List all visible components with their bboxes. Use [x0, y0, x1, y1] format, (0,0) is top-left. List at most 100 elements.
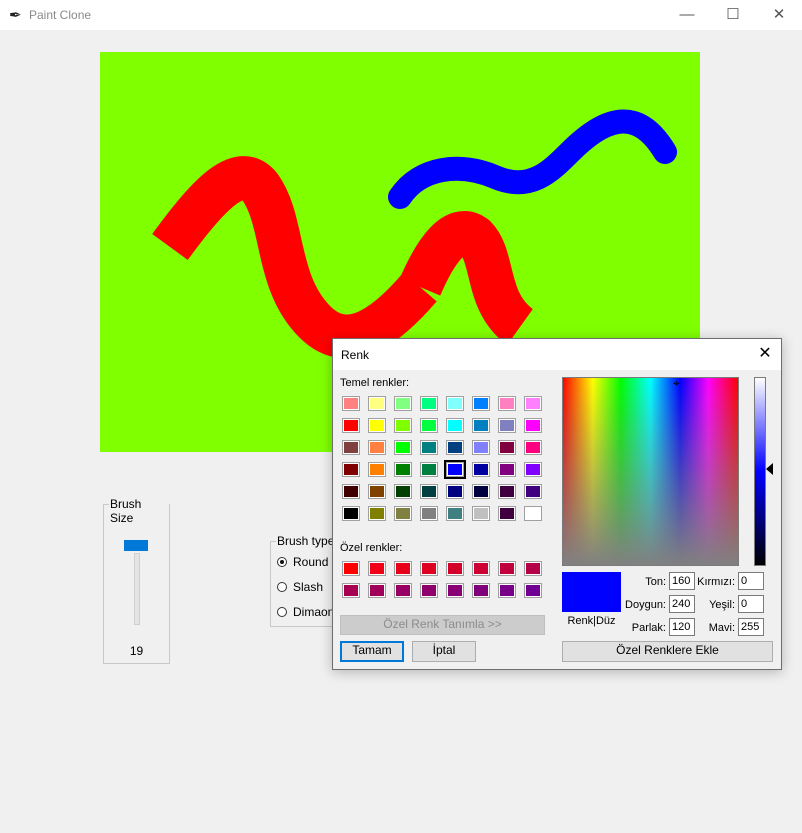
basic-color-swatch[interactable] — [524, 440, 542, 455]
basic-color-swatch[interactable] — [420, 462, 438, 477]
brush-size-slider-thumb[interactable] — [124, 540, 148, 551]
radio-round-indicator[interactable] — [277, 557, 287, 567]
custom-color-swatch[interactable] — [368, 583, 386, 598]
radio-round[interactable]: Round — [277, 555, 328, 571]
basic-color-swatch[interactable] — [472, 440, 490, 455]
basic-color-swatch[interactable] — [498, 396, 516, 411]
basic-color-swatch[interactable] — [524, 484, 542, 499]
luminance-slider[interactable] — [754, 377, 766, 566]
cancel-button[interactable]: İptal — [412, 641, 476, 662]
basic-color-swatch[interactable] — [472, 462, 490, 477]
basic-color-swatch[interactable] — [524, 418, 542, 433]
basic-color-swatch[interactable] — [394, 418, 412, 433]
basic-color-swatch[interactable] — [524, 462, 542, 477]
basic-color-swatch[interactable] — [498, 440, 516, 455]
basic-color-swatch[interactable] — [368, 396, 386, 411]
minimize-button[interactable]: — — [664, 0, 710, 30]
custom-color-swatch[interactable] — [342, 561, 360, 576]
basic-color-swatch[interactable] — [498, 484, 516, 499]
color-spectrum[interactable]: ⌖ — [562, 377, 739, 566]
custom-color-swatch[interactable] — [368, 561, 386, 576]
dialog-close-icon[interactable]: ✕ — [749, 339, 781, 370]
basic-color-swatch[interactable] — [472, 418, 490, 433]
custom-color-swatch[interactable] — [524, 583, 542, 598]
basic-color-swatch[interactable] — [342, 484, 360, 499]
basic-color-swatch[interactable] — [342, 462, 360, 477]
brush-size-slider-track[interactable] — [134, 553, 140, 625]
saturation-label: Doygun: — [625, 599, 666, 611]
radio-slash-indicator[interactable] — [277, 582, 287, 592]
custom-color-swatch[interactable] — [524, 561, 542, 576]
red-stroke-2 — [399, 211, 535, 345]
basic-color-swatch[interactable] — [368, 462, 386, 477]
custom-color-swatch[interactable] — [394, 583, 412, 598]
custom-color-swatch[interactable] — [342, 583, 360, 598]
basic-color-swatch[interactable] — [498, 506, 516, 521]
custom-color-swatch[interactable] — [446, 583, 464, 598]
hue-field[interactable] — [669, 572, 695, 590]
basic-color-swatch[interactable] — [368, 418, 386, 433]
radio-diamond-indicator[interactable] — [277, 607, 287, 617]
basic-color-swatch[interactable] — [342, 440, 360, 455]
custom-color-swatch[interactable] — [420, 561, 438, 576]
basic-color-swatch[interactable] — [472, 506, 490, 521]
red-field[interactable] — [738, 572, 764, 590]
basic-color-swatch[interactable] — [394, 440, 412, 455]
basic-color-swatch[interactable] — [342, 396, 360, 411]
blue-stroke — [388, 109, 677, 209]
basic-color-swatch[interactable] — [472, 396, 490, 411]
basic-color-swatch[interactable] — [446, 462, 464, 477]
basic-color-swatch[interactable] — [342, 506, 360, 521]
basic-color-swatch[interactable] — [420, 506, 438, 521]
basic-color-swatch[interactable] — [446, 418, 464, 433]
basic-color-swatch[interactable] — [446, 506, 464, 521]
radio-slash-label: Slash — [293, 580, 324, 594]
basic-color-swatch[interactable] — [472, 484, 490, 499]
dialog-title: Renk — [341, 348, 370, 362]
basic-color-swatch[interactable] — [524, 396, 542, 411]
maximize-button[interactable]: ☐ — [710, 0, 756, 30]
basic-color-swatch[interactable] — [446, 396, 464, 411]
close-button[interactable]: ✕ — [756, 0, 802, 30]
basic-color-swatch[interactable] — [368, 506, 386, 521]
custom-colors-label: Özel renkler: — [340, 542, 403, 554]
basic-color-swatch[interactable] — [368, 440, 386, 455]
custom-color-swatch[interactable] — [394, 561, 412, 576]
basic-color-swatch[interactable] — [446, 484, 464, 499]
luminance-field[interactable] — [669, 618, 695, 636]
custom-color-swatch[interactable] — [420, 583, 438, 598]
brush-size-value: 19 — [129, 644, 144, 658]
basic-color-swatch[interactable] — [394, 506, 412, 521]
ok-button[interactable]: Tamam — [340, 641, 404, 662]
basic-color-swatch[interactable] — [394, 484, 412, 499]
hue-label: Ton: — [645, 576, 666, 588]
blue-label: Mavi: — [708, 622, 735, 634]
basic-color-swatch[interactable] — [524, 506, 542, 521]
basic-color-swatch[interactable] — [420, 396, 438, 411]
dialog-title-bar: Renk ✕ — [333, 339, 781, 370]
saturation-field[interactable] — [669, 595, 695, 613]
custom-color-swatch[interactable] — [498, 583, 516, 598]
basic-color-swatch[interactable] — [498, 462, 516, 477]
basic-color-swatch[interactable] — [446, 440, 464, 455]
basic-color-swatch[interactable] — [394, 462, 412, 477]
basic-colors-label: Temel renkler: — [340, 377, 410, 389]
custom-color-swatch[interactable] — [498, 561, 516, 576]
add-to-custom-colors-button[interactable]: Özel Renklere Ekle — [562, 641, 773, 662]
basic-color-swatch[interactable] — [498, 418, 516, 433]
basic-color-swatch[interactable] — [420, 418, 438, 433]
green-field[interactable] — [738, 595, 764, 613]
blue-field[interactable] — [738, 618, 764, 636]
basic-color-swatch[interactable] — [394, 396, 412, 411]
custom-color-swatch[interactable] — [446, 561, 464, 576]
radio-slash[interactable]: Slash — [277, 580, 323, 596]
radio-diamond[interactable]: Dimaon — [277, 605, 334, 621]
basic-color-swatch[interactable] — [368, 484, 386, 499]
luminance-arrow-icon[interactable] — [766, 463, 773, 475]
custom-color-swatch[interactable] — [472, 583, 490, 598]
basic-color-swatch[interactable] — [420, 440, 438, 455]
custom-color-swatch[interactable] — [472, 561, 490, 576]
basic-color-swatch[interactable] — [342, 418, 360, 433]
define-custom-colors-button[interactable]: Özel Renk Tanımla >> — [340, 615, 545, 635]
basic-color-swatch[interactable] — [420, 484, 438, 499]
